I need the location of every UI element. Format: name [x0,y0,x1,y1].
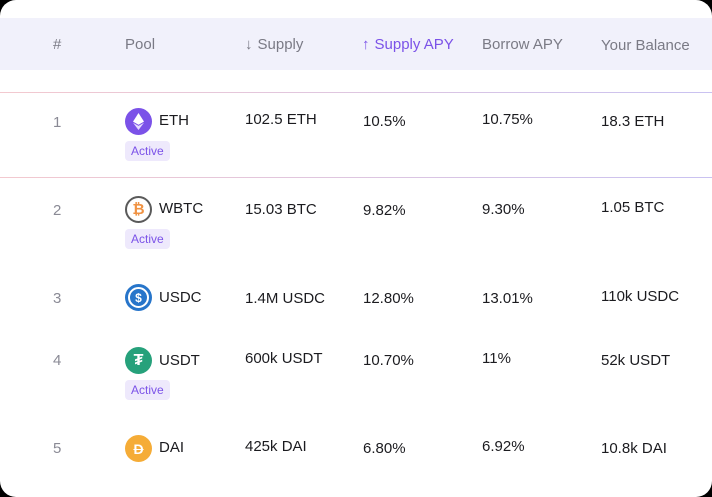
balance-value: 10.8k DAI [601,440,667,457]
eth-icon [125,108,152,135]
header-supply-label: Supply [257,36,304,53]
balance-value: 18.3 ETH [601,113,665,130]
usdt-icon: ₮ [125,347,152,374]
pool-symbol: WBTC [159,200,204,217]
supply-apy-value: 9.82% [363,202,406,219]
table-row[interactable]: 3 $ USDC 1.4M USDC 12.80% 13.01% 110k US… [0,268,712,328]
header-supply-apy-label: Supply APY [374,36,454,53]
supply-value: 600k USDT [245,350,323,367]
header-balance[interactable]: Your Balance [601,37,690,54]
row-index: 4 [53,352,62,369]
header-borrow-apy[interactable]: Borrow APY [482,36,563,53]
table-row[interactable]: 2 ₿ WBTC Active 15.03 BTC 9.82% 9.30% 1.… [0,178,712,268]
wbtc-icon: ₿ [125,196,152,223]
row-index: 1 [53,114,62,131]
header-supply-apy[interactable]: ↑ Supply APY [362,36,454,53]
row-index: 5 [53,440,62,457]
arrow-down-icon: ↓ [245,36,253,53]
pools-table-card: # Pool ↓ Supply ↑ Supply APY Borrow APY Yo… [0,0,712,497]
borrow-apy-value: 13.01% [482,290,533,307]
header-supply[interactable]: ↓ Supply [245,36,303,53]
status-badge: Active [125,380,170,400]
header-index: # [53,36,62,53]
supply-value: 425k DAI [245,438,307,455]
balance-value: 1.05 BTC [601,199,665,216]
status-badge: Active [125,141,170,161]
table-header: # Pool ↓ Supply ↑ Supply APY Borrow APY Yo… [0,18,712,70]
borrow-apy-value: 6.92% [482,438,525,455]
arrow-up-icon: ↑ [362,36,370,53]
header-pool[interactable]: Pool [125,36,155,53]
table-row[interactable]: 4 ₮ USDT Active 600k USDT 10.70% 11% 52k… [0,328,712,424]
supply-apy-value: 6.80% [363,440,406,457]
pool-symbol: USDT [159,352,200,369]
supply-value: 15.03 BTC [245,201,317,218]
supply-apy-value: 10.70% [363,352,414,369]
balance-value: 52k USDT [601,352,671,369]
row-index: 2 [53,202,62,219]
pool-symbol: DAI [159,439,185,456]
borrow-apy-value: 9.30% [482,201,525,218]
borrow-apy-value: 11% [482,350,511,367]
pool-symbol: USDC [159,289,202,306]
usdc-icon: $ [125,284,152,311]
supply-apy-value: 10.5% [363,113,406,130]
supply-apy-value: 12.80% [363,290,414,307]
supply-value: 102.5 ETH [245,111,317,128]
dai-icon: D [125,435,152,462]
table-row[interactable]: 1 ETH Active 102.5 ETH 10.5% 10.75% 18.3… [0,93,712,177]
table-row[interactable]: 5 D DAI 425k DAI 6.80% 6.92% 10.8k DAI [0,424,712,484]
supply-value: 1.4M USDC [245,290,326,307]
balance-value: 110k USDC [601,288,680,305]
borrow-apy-value: 10.75% [482,111,533,128]
status-badge: Active [125,229,170,249]
pool-symbol: ETH [159,112,189,129]
row-index: 3 [53,290,62,307]
